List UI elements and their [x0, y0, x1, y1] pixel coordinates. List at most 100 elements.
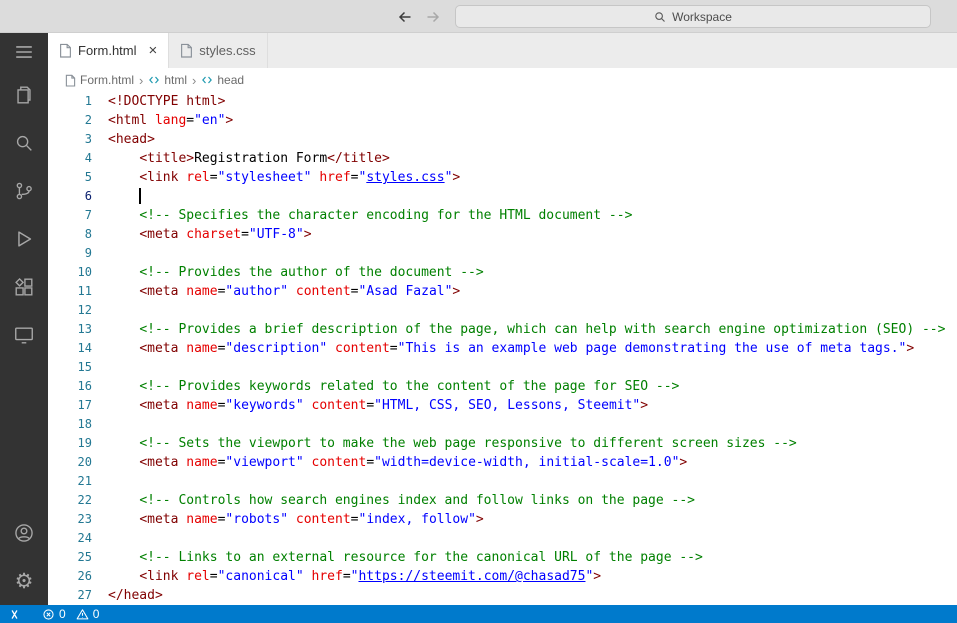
code-line[interactable]: 13 <!-- Provides a brief description of … [48, 320, 957, 339]
status-bar: 0 0 [0, 605, 957, 623]
forward-button[interactable] [424, 8, 442, 26]
line-number[interactable]: 11 [48, 282, 92, 301]
vscode-window: Workspace ⚙ Form.html × styles.css Form.… [0, 0, 957, 623]
remote-explorer-button[interactable] [0, 311, 48, 359]
tab-styles-css[interactable]: styles.css [169, 33, 268, 68]
breadcrumb-item-html[interactable]: html [148, 73, 187, 87]
line-number[interactable]: 7 [48, 206, 92, 225]
run-debug-button[interactable] [0, 215, 48, 263]
problems-panel-toggle[interactable]: 0 0 [42, 607, 105, 621]
code-line[interactable]: 12 [48, 301, 957, 320]
arrow-right-icon [427, 11, 440, 23]
code-line[interactable]: 27 </head> [48, 586, 957, 605]
search-icon [655, 11, 665, 22]
code-text: <!-- Provides the author of the document… [139, 265, 484, 280]
code-line[interactable]: 18 [48, 415, 957, 434]
line-number[interactable]: 25 [48, 548, 92, 567]
tab-label: Form.html [78, 43, 137, 58]
line-number[interactable]: 27 [48, 586, 92, 605]
line-number[interactable]: 3 [48, 130, 92, 149]
code-line[interactable]: 23 <meta name="robots" content="index, f… [48, 510, 957, 529]
text-cursor [139, 187, 141, 204]
line-number[interactable]: 13 [48, 320, 92, 339]
code-line[interactable]: 5 <link rel="stylesheet" href="styles.cs… [48, 168, 957, 187]
account-icon [15, 524, 33, 542]
line-number[interactable]: 15 [48, 358, 92, 377]
workspace-search-box[interactable]: Workspace [455, 5, 931, 28]
line-number[interactable]: 20 [48, 453, 92, 472]
line-number[interactable]: 26 [48, 567, 92, 586]
line-number[interactable]: 21 [48, 472, 92, 491]
settings-button[interactable]: ⚙ [0, 557, 48, 605]
code-line[interactable]: 7 <!-- Specifies the character encoding … [48, 206, 957, 225]
code-line[interactable]: 17 <meta name="keywords" content="HTML, … [48, 396, 957, 415]
close-icon[interactable]: × [149, 43, 158, 58]
remote-indicator[interactable] [0, 605, 28, 623]
back-button[interactable] [396, 8, 414, 26]
code-line[interactable]: 20 <meta name="viewport" content="width=… [48, 453, 957, 472]
code-editor[interactable]: 1 <!DOCTYPE html> 2 <html lang="en"> 3 <head>… [48, 92, 957, 605]
tab-form-html[interactable]: Form.html × [48, 33, 170, 68]
extensions-button[interactable] [0, 263, 48, 311]
code-line[interactable]: 2 <html lang="en"> [48, 111, 957, 130]
line-number[interactable]: 6 [48, 187, 92, 206]
error-count: 0 [59, 607, 66, 621]
line-number[interactable]: 22 [48, 491, 92, 510]
code-line[interactable]: 6 [48, 187, 957, 206]
line-number[interactable]: 2 [48, 111, 92, 130]
code-line[interactable]: 1 <!DOCTYPE html> [48, 92, 957, 111]
line-number[interactable]: 9 [48, 244, 92, 263]
code-text: <link rel="stylesheet" href="styles.css"… [139, 170, 461, 185]
code-line[interactable]: 16 <!-- Provides keywords related to the… [48, 377, 957, 396]
code-line[interactable]: 11 <meta name="author" content="Asad Faz… [48, 282, 957, 301]
editor-group: Form.html × styles.css Form.html › html … [48, 33, 957, 605]
source-control-button[interactable] [0, 167, 48, 215]
line-number[interactable]: 16 [48, 377, 92, 396]
line-number[interactable]: 10 [48, 263, 92, 282]
line-number[interactable]: 5 [48, 168, 92, 187]
code-line[interactable]: 4 <title>Registration Form</title> [48, 149, 957, 168]
remote-explorer-icon [15, 327, 33, 344]
menu-icon [16, 46, 32, 58]
code-line[interactable]: 22 <!-- Controls how search engines inde… [48, 491, 957, 510]
breadcrumb: Form.html › html › head [48, 68, 957, 92]
line-number[interactable]: 12 [48, 301, 92, 320]
code-line[interactable]: 24 [48, 529, 957, 548]
breadcrumb-item-file[interactable]: Form.html [65, 73, 134, 87]
search-icon [16, 135, 32, 151]
code-text [108, 187, 141, 206]
breadcrumb-item-head[interactable]: head [201, 73, 244, 87]
code-line[interactable]: 19 <!-- Sets the viewport to make the we… [48, 434, 957, 453]
code-line[interactable]: 21 [48, 472, 957, 491]
menu-button[interactable] [0, 33, 48, 71]
code-text: <meta name="robots" content="index, foll… [139, 512, 484, 527]
code-text: <html lang="en"> [108, 113, 234, 128]
code-line[interactable]: 3 <head> [48, 130, 957, 149]
code-line[interactable]: 26 <link rel="canonical" href="https://s… [48, 567, 957, 586]
code-line[interactable]: 25 <!-- Links to an external resource fo… [48, 548, 957, 567]
line-number[interactable]: 8 [48, 225, 92, 244]
warning-count: 0 [92, 607, 100, 621]
search-view-button[interactable] [0, 119, 48, 167]
account-button[interactable] [0, 509, 48, 557]
line-number[interactable]: 23 [48, 510, 92, 529]
file-icon [181, 43, 193, 58]
code-line[interactable]: 9 [48, 244, 957, 263]
code-text: <!-- Links to an external resource for t… [139, 550, 703, 565]
line-number[interactable]: 24 [48, 529, 92, 548]
code-line[interactable]: 15 [48, 358, 957, 377]
line-number[interactable]: 19 [48, 434, 92, 453]
code-line[interactable]: 8 <meta charset="UTF-8"> [48, 225, 957, 244]
code-line[interactable]: 14 <meta name="description" content="Thi… [48, 339, 957, 358]
line-number[interactable]: 1 [48, 92, 92, 111]
breadcrumb-label: Form.html [80, 73, 134, 87]
explorer-button[interactable] [0, 71, 48, 119]
line-number[interactable]: 18 [48, 415, 92, 434]
code-text: <!-- Specifies the character encoding fo… [139, 208, 633, 223]
line-number[interactable]: 17 [48, 396, 92, 415]
line-number[interactable]: 4 [48, 149, 92, 168]
code-line[interactable]: 10 <!-- Provides the author of the docum… [48, 263, 957, 282]
tab-bar: Form.html × styles.css [48, 33, 957, 68]
extensions-icon [15, 277, 33, 296]
line-number[interactable]: 14 [48, 339, 92, 358]
